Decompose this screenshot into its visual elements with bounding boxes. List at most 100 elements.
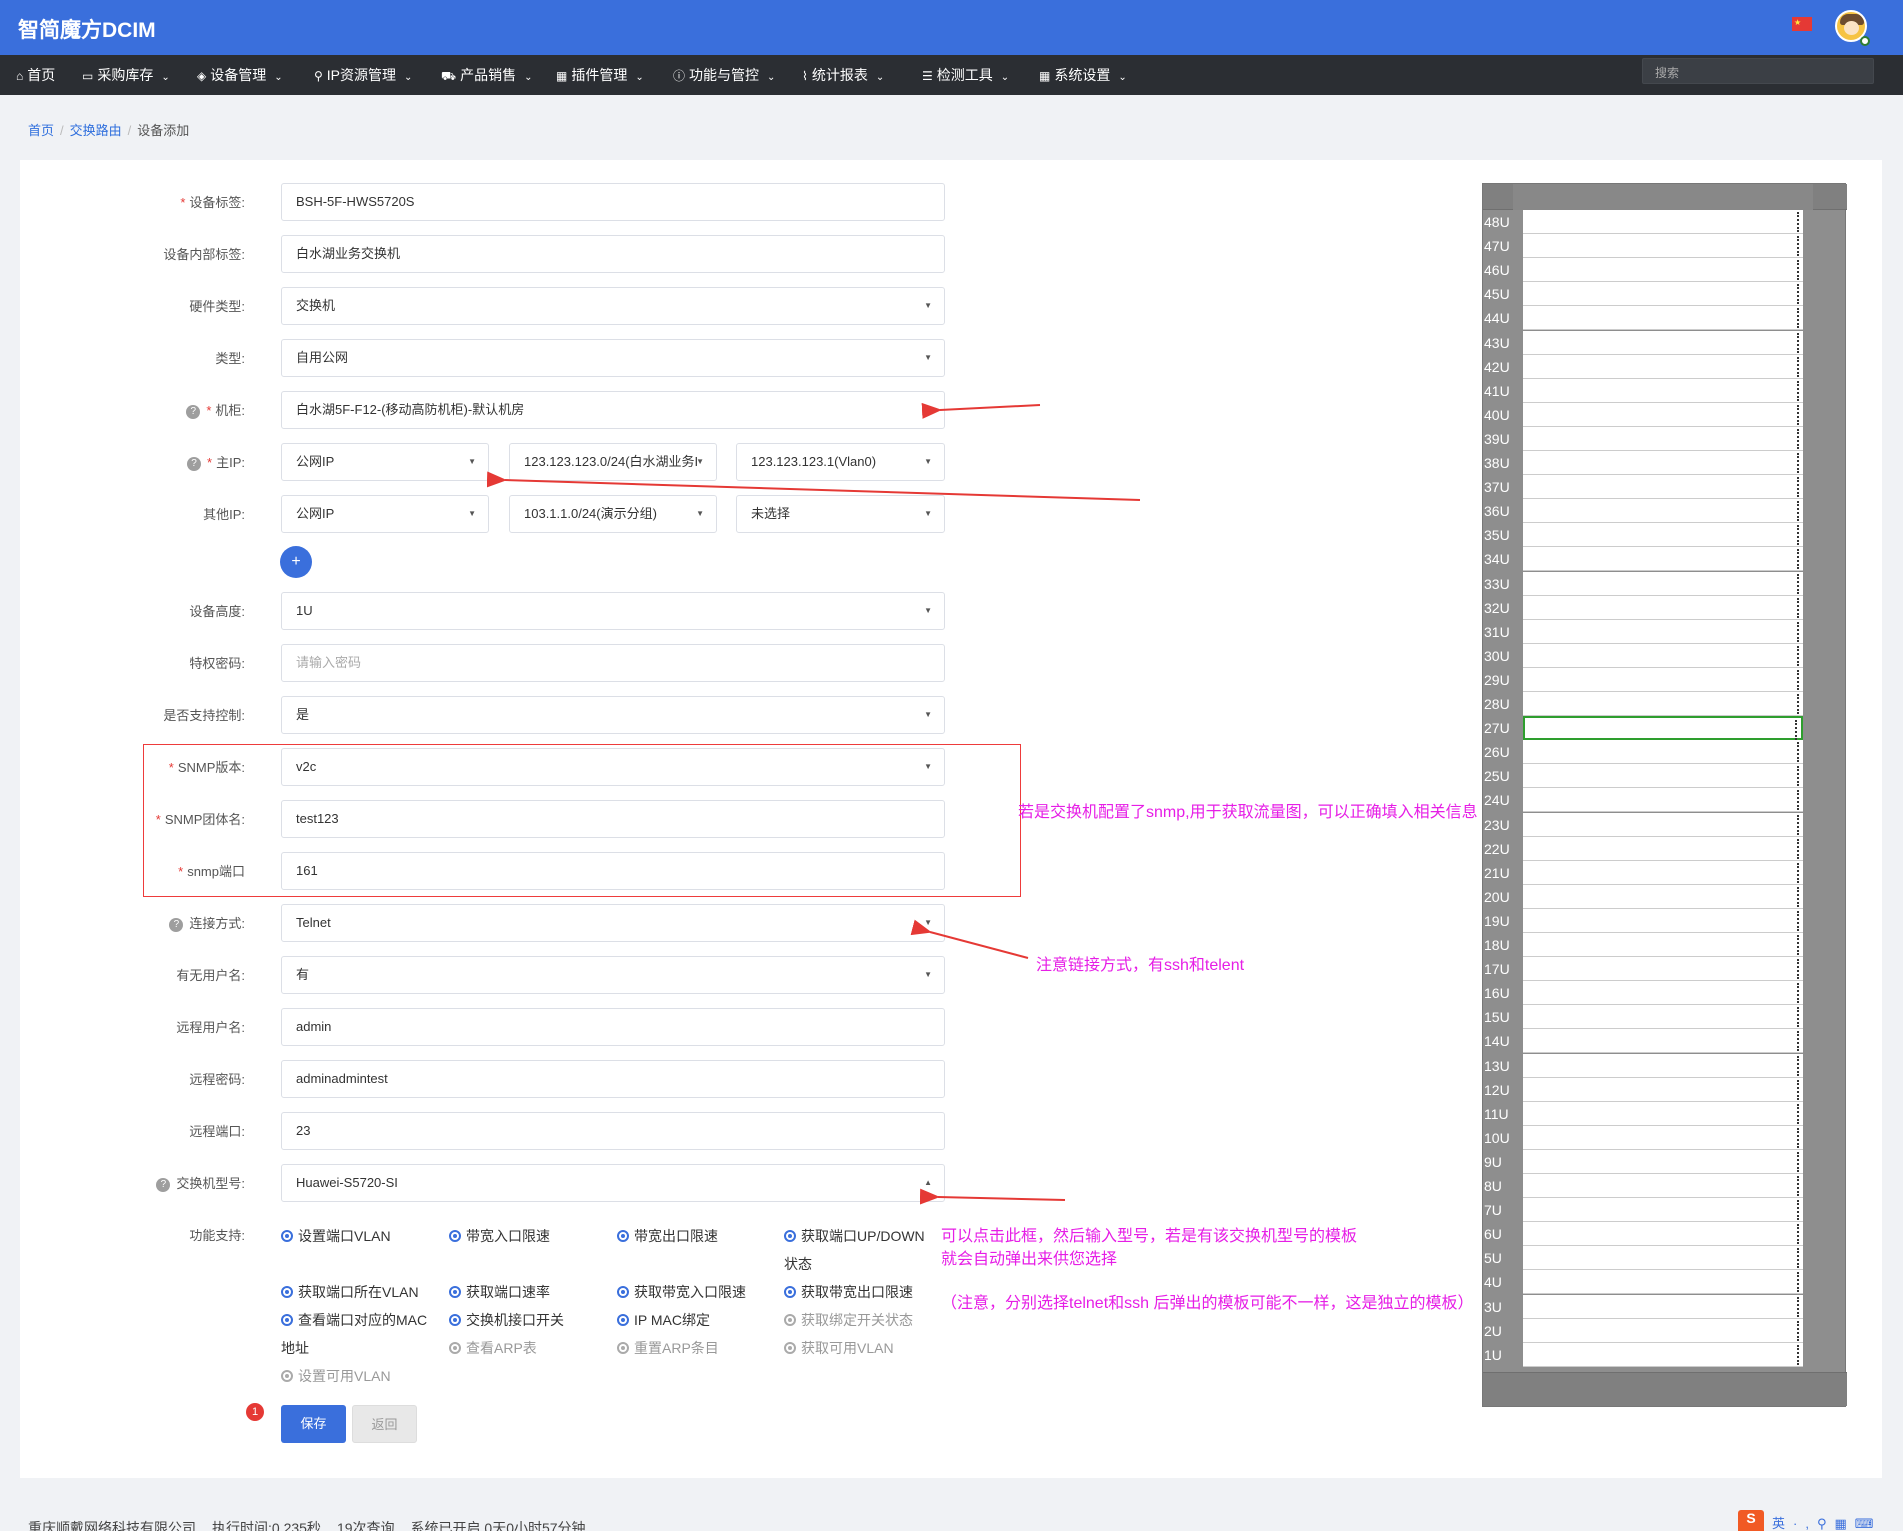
rack-slot[interactable] <box>1523 403 1803 427</box>
rack-slot[interactable] <box>1523 885 1803 909</box>
rack-slot[interactable] <box>1523 788 1803 812</box>
rack-slot[interactable] <box>1523 813 1803 837</box>
ime-tools-icon: 英·,⚲▦⌨ <box>1772 1516 1882 1531</box>
rack-unit-label: 42U <box>1484 359 1510 375</box>
rack-slot[interactable] <box>1523 258 1803 282</box>
rack-slot[interactable] <box>1523 523 1803 547</box>
rack-slot[interactable] <box>1523 1343 1803 1367</box>
rack-unit-label: 27U <box>1484 720 1510 736</box>
rack-unit-label: 17U <box>1484 961 1510 977</box>
rack-slot[interactable] <box>1523 692 1803 716</box>
rack-slot[interactable] <box>1523 1150 1803 1174</box>
rack-bottom <box>1483 1372 1847 1406</box>
rack-top <box>1483 184 1847 210</box>
rack-unit-label: 11U <box>1484 1106 1509 1122</box>
model-note-1: 可以点击此框，然后输入型号，若是有该交换机型号的模板 <box>941 1228 1358 1245</box>
rack-slot[interactable] <box>1523 644 1803 668</box>
rack-unit-label: 43U <box>1484 335 1510 351</box>
rack-slot[interactable] <box>1523 1174 1803 1198</box>
rack-slot[interactable] <box>1523 427 1803 451</box>
rack-slot[interactable] <box>1523 210 1803 234</box>
rack-slot[interactable] <box>1523 933 1803 957</box>
rack-slot[interactable] <box>1523 764 1803 788</box>
rack-unit-label: 21U <box>1484 865 1510 881</box>
rack-slot[interactable] <box>1523 355 1803 379</box>
rack-slot[interactable] <box>1523 981 1803 1005</box>
rack-slot[interactable] <box>1523 1005 1803 1029</box>
rack-slot[interactable] <box>1523 475 1803 499</box>
rack-unit-label: 30U <box>1484 648 1510 664</box>
rack-slot[interactable] <box>1523 1246 1803 1270</box>
rack-unit-label: 2U <box>1484 1323 1502 1339</box>
rack-unit-label: 22U <box>1484 841 1510 857</box>
rack-unit-label: 39U <box>1484 431 1510 447</box>
rack-unit-label: 3U <box>1484 1299 1502 1315</box>
rack-unit-label: 10U <box>1484 1130 1510 1146</box>
rack-unit-label: 36U <box>1484 503 1510 519</box>
rack-unit-label: 47U <box>1484 238 1510 254</box>
rack-unit-label: 1U <box>1484 1347 1502 1363</box>
rack-unit-label: 14U <box>1484 1033 1510 1049</box>
rack-unit-label: 23U <box>1484 817 1510 833</box>
rack-slot[interactable] <box>1523 1029 1803 1053</box>
rack-slot-selected[interactable] <box>1523 716 1803 740</box>
rack-diagram: 48U 47U 46U 45U 44U 43U 42U 41U 40U 39U 38U 37U 36U 3… <box>1482 183 1847 1407</box>
rack-unit-label: 32U <box>1484 600 1510 616</box>
rack-unit-label: 38U <box>1484 455 1510 471</box>
footer: 重庆顺戴网络科技有限公司 执行时间:0.235秒 19次查询 系统已开启 0天0小时5… <box>28 1518 602 1531</box>
rack-unit-label: 26U <box>1484 744 1510 760</box>
rack-slot[interactable] <box>1523 596 1803 620</box>
rack-unit-label: 44U <box>1484 310 1510 326</box>
rack-unit-label: 5U <box>1484 1250 1502 1266</box>
rack-slot[interactable] <box>1523 837 1803 861</box>
rack-slot[interactable] <box>1523 1222 1803 1246</box>
rack-slot[interactable] <box>1523 547 1803 571</box>
rack-slot[interactable] <box>1523 1054 1803 1078</box>
rack-unit-label: 7U <box>1484 1202 1502 1218</box>
ime-toolbar[interactable]: S 英·,⚲▦⌨ <box>1738 1510 1898 1531</box>
rack-slot[interactable] <box>1523 451 1803 475</box>
rack-slot[interactable] <box>1523 909 1803 933</box>
model-note-3: （注意，分别选择telnet和ssh 后弹出的模板可能不一样，这是独立的模板） <box>941 1295 1474 1312</box>
rack-slot[interactable] <box>1523 861 1803 885</box>
rack-slot[interactable] <box>1523 379 1803 403</box>
rack-unit-label: 33U <box>1484 576 1510 592</box>
rack-slot[interactable] <box>1523 1270 1803 1294</box>
snmp-note: 若是交换机配置了snmp,用于获取流量图，可以正确填入相关信息 <box>1018 804 1478 821</box>
rack-unit-label: 25U <box>1484 768 1510 784</box>
connect-note: 注意链接方式，有ssh和telent <box>1036 957 1245 974</box>
rack-unit-label: 28U <box>1484 696 1510 712</box>
rack-slot[interactable] <box>1523 1126 1803 1150</box>
rack-unit-label: 46U <box>1484 262 1510 278</box>
rack-unit-label: 31U <box>1484 624 1510 640</box>
rack-unit-label: 6U <box>1484 1226 1502 1242</box>
rack-slot[interactable] <box>1523 572 1803 596</box>
rack-slot[interactable] <box>1523 1078 1803 1102</box>
rack-body: 48U 47U 46U 45U 44U 43U 42U 41U 40U 39U 38U 37U 36U 3… <box>1483 210 1847 1374</box>
rack-slot[interactable] <box>1523 620 1803 644</box>
sogou-icon: S <box>1738 1510 1764 1531</box>
rack-unit-label: 13U <box>1484 1058 1510 1074</box>
model-note-2: 就会自动弹出来供您选择 <box>941 1251 1118 1268</box>
rack-slot[interactable] <box>1523 1319 1803 1343</box>
rack-slot[interactable] <box>1523 499 1803 523</box>
rack-slot[interactable] <box>1523 331 1803 355</box>
rack-slot[interactable] <box>1523 234 1803 258</box>
rack-slot[interactable] <box>1523 1198 1803 1222</box>
rack-unit-label: 15U <box>1484 1009 1510 1025</box>
rack-unit-label: 40U <box>1484 407 1510 423</box>
footer-uptime: 系统已开启 0天0小时57分钟 <box>410 1520 586 1531</box>
rack-slot[interactable] <box>1523 668 1803 692</box>
rack-slot[interactable] <box>1523 306 1803 330</box>
rack-unit-label: 34U <box>1484 551 1510 567</box>
footer-queries: 19次查询 <box>336 1520 395 1531</box>
rack-slot[interactable] <box>1523 282 1803 306</box>
rack-unit-label: 12U <box>1484 1082 1510 1098</box>
cabinet-arrow <box>921 402 1041 419</box>
rack-unit-label: 20U <box>1484 889 1510 905</box>
rack-slot[interactable] <box>1523 1295 1803 1319</box>
rack-slot[interactable] <box>1523 1102 1803 1126</box>
rack-unit-label: 29U <box>1484 672 1510 688</box>
rack-slot[interactable] <box>1523 957 1803 981</box>
rack-slot[interactable] <box>1523 740 1803 764</box>
